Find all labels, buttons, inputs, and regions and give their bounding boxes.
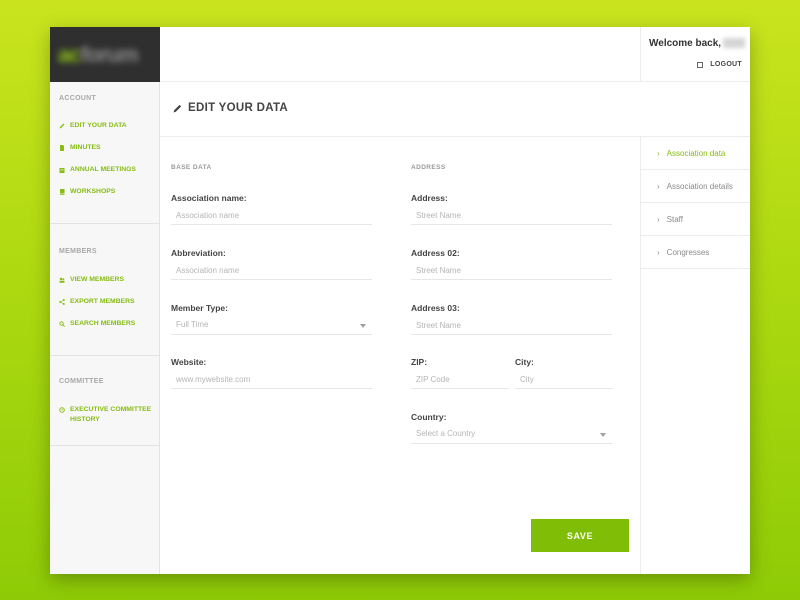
zip-input[interactable] xyxy=(411,371,509,389)
website-input[interactable] xyxy=(171,371,372,389)
association-name-input[interactable] xyxy=(171,207,372,225)
address-input[interactable] xyxy=(411,207,612,225)
sidebar-item-view-members[interactable]: VIEW MEMBERS xyxy=(59,275,124,285)
sidebar-item-label: WORKSHOPS xyxy=(70,188,116,195)
address-heading: ADDRESS xyxy=(411,164,446,171)
save-button[interactable]: SAVE xyxy=(531,519,629,552)
sidebar-item-workshops[interactable]: WORKSHOPS xyxy=(59,187,115,197)
book-icon xyxy=(60,189,65,195)
page-header: EDIT YOUR DATA xyxy=(160,82,750,137)
share-icon xyxy=(59,299,65,305)
abbreviation-input[interactable] xyxy=(171,262,372,280)
address-label: Address: xyxy=(411,193,448,203)
chevron-right-icon: › xyxy=(657,181,660,191)
search-icon xyxy=(59,321,65,327)
chevron-right-icon: › xyxy=(657,148,660,158)
association-name-label: Association name: xyxy=(171,193,247,203)
sidebar-item-edit-your-data[interactable]: EDIT YOUR DATA xyxy=(59,121,127,131)
sidebar-heading-committee: COMMITTEE xyxy=(59,378,104,385)
page-title: EDIT YOUR DATA xyxy=(173,102,288,114)
sidebar: acforum ACCOUNT EDIT YOUR DATA MINUTES A… xyxy=(50,27,160,574)
logout-button[interactable]: LOGOUT xyxy=(697,61,742,68)
section-nav-staff[interactable]: › Staff xyxy=(641,203,750,236)
logout-icon xyxy=(697,61,704,68)
sidebar-item-minutes[interactable]: MINUTES xyxy=(59,143,101,153)
sidebar-item-label: EDIT YOUR DATA xyxy=(70,122,127,129)
sidebar-item-executive-committee-history[interactable]: EXECUTIVE COMMITTEE HISTORY xyxy=(59,405,159,425)
sidebar-item-label: EXECUTIVE COMMITTEE HISTORY xyxy=(70,406,152,423)
address-03-input[interactable] xyxy=(411,317,612,335)
users-icon xyxy=(59,277,65,283)
logo-text: acforum xyxy=(58,41,139,67)
user-name-redacted xyxy=(723,38,746,49)
sidebar-item-label: SEARCH MEMBERS xyxy=(70,320,136,327)
sidebar-section-members: MEMBERS VIEW MEMBERS EXPORT MEMBERS SEAR… xyxy=(50,224,160,356)
sidebar-heading-members: MEMBERS xyxy=(59,248,97,255)
zip-label: ZIP: xyxy=(411,357,428,367)
city-input[interactable] xyxy=(515,371,613,389)
city-label: City: xyxy=(515,357,534,367)
calendar-icon xyxy=(59,168,65,173)
section-nav-association-details[interactable]: › Association details xyxy=(641,170,750,203)
history-icon xyxy=(59,407,65,413)
welcome-message: Welcome back, xyxy=(649,38,746,49)
country-label: Country: xyxy=(411,412,447,422)
user-box: Welcome back, LOGOUT xyxy=(640,27,750,82)
chevron-right-icon: › xyxy=(657,247,660,257)
chevron-down-icon xyxy=(360,324,366,328)
chevron-right-icon: › xyxy=(657,214,660,224)
logout-label: LOGOUT xyxy=(710,61,742,68)
base-data-heading: BASE DATA xyxy=(171,164,212,171)
sidebar-section-committee: COMMITTEE EXECUTIVE COMMITTEE HISTORY xyxy=(50,356,160,446)
sidebar-item-label: ANNUAL MEETINGS xyxy=(70,166,136,173)
sidebar-item-label: MINUTES xyxy=(70,144,101,151)
address-02-label: Address 02: xyxy=(411,248,460,258)
chevron-down-icon xyxy=(600,433,606,437)
member-type-label: Member Type: xyxy=(171,303,228,313)
sidebar-item-label: EXPORT MEMBERS xyxy=(70,298,135,305)
website-label: Website: xyxy=(171,357,207,367)
section-nav-association-data[interactable]: › Association data xyxy=(641,137,750,170)
edit-data-form: BASE DATA ADDRESS Association name: Abbr… xyxy=(160,137,640,574)
country-select[interactable]: Select a Country xyxy=(411,426,612,444)
sidebar-item-annual-meetings[interactable]: ANNUAL MEETINGS xyxy=(59,165,136,175)
app-window: acforum ACCOUNT EDIT YOUR DATA MINUTES A… xyxy=(50,27,750,574)
pencil-icon xyxy=(59,123,65,129)
sidebar-item-label: VIEW MEMBERS xyxy=(70,276,125,283)
address-02-input[interactable] xyxy=(411,262,612,280)
section-nav-congresses[interactable]: › Congresses xyxy=(641,236,750,269)
sidebar-section-account: ACCOUNT EDIT YOUR DATA MINUTES ANNUAL ME… xyxy=(50,82,160,224)
top-bar: Welcome back, LOGOUT xyxy=(160,27,750,82)
member-type-select[interactable]: Full Time xyxy=(171,317,372,335)
abbreviation-label: Abbreviation: xyxy=(171,248,226,258)
sidebar-heading-account: ACCOUNT xyxy=(59,95,97,102)
document-icon xyxy=(60,145,64,151)
sidebar-item-search-members[interactable]: SEARCH MEMBERS xyxy=(59,319,135,329)
member-type-value: Full Time xyxy=(176,320,209,329)
pencil-icon xyxy=(173,104,182,112)
logo[interactable]: acforum xyxy=(50,27,160,82)
sidebar-item-export-members[interactable]: EXPORT MEMBERS xyxy=(59,297,135,307)
address-03-label: Address 03: xyxy=(411,303,460,313)
country-value: Select a Country xyxy=(416,429,476,438)
section-nav-panel: › Association data › Association details… xyxy=(640,137,750,574)
